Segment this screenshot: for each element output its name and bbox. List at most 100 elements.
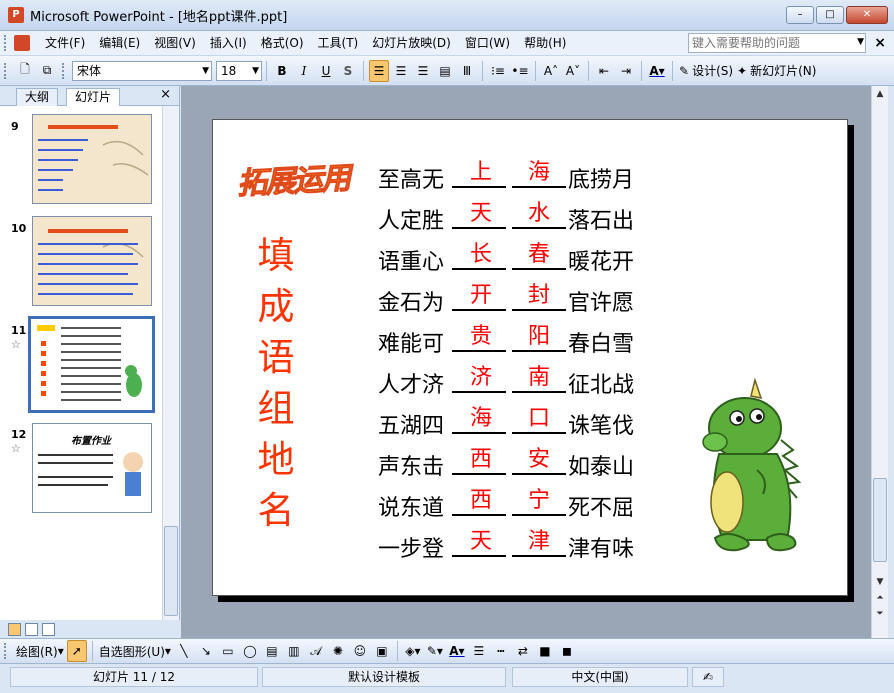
tab-outline[interactable]: 大纲: [16, 88, 59, 106]
slide-thumbnail-11[interactable]: [28, 316, 155, 413]
slide-thumbnail-12[interactable]: 布置作业: [32, 423, 152, 513]
dinosaur-clipart[interactable]: [697, 370, 807, 560]
current-slide[interactable]: 拓展运用 填 成 语 组 地 名 至高无 上 海 底捞月 人定胜 天 水 落石出…: [212, 119, 848, 596]
justify-icon[interactable]: ▤: [435, 60, 455, 82]
answer-1: 上: [470, 160, 493, 185]
shadow-style-icon[interactable]: ■: [535, 640, 555, 662]
spelling-icon[interactable]: ✍: [692, 667, 724, 687]
powerpoint-app-icon[interactable]: P: [8, 7, 24, 23]
menu-view[interactable]: 视图(V): [147, 32, 203, 54]
arrow-style-icon[interactable]: ⇄: [513, 640, 533, 662]
toolbar-grip[interactable]: [4, 62, 8, 79]
increase-indent-icon[interactable]: ⇥: [616, 60, 636, 82]
menu-edit[interactable]: 编辑(E): [92, 32, 147, 54]
rectangle-icon[interactable]: ▭: [218, 640, 238, 662]
copy-icon[interactable]: ⧉: [37, 60, 57, 82]
idiom-row[interactable]: 至高无 上 海 底捞月: [378, 156, 658, 196]
menu-file[interactable]: 文件(F): [38, 32, 92, 54]
distribute-icon[interactable]: Ⅲ: [457, 60, 477, 82]
idiom-row[interactable]: 难能可 贵 阳 春白雪: [378, 320, 658, 360]
font-size-select[interactable]: 18 ▼: [216, 60, 262, 81]
arrow-icon[interactable]: ↘: [196, 640, 216, 662]
align-right-icon[interactable]: ☰: [413, 60, 433, 82]
design-button[interactable]: ✎ 设计(S): [678, 60, 734, 82]
textbox-icon[interactable]: ▤: [262, 640, 282, 662]
menu-tools[interactable]: 工具(T): [311, 32, 366, 54]
menu-slideshow[interactable]: 幻灯片放映(D): [365, 32, 458, 54]
idiom-row[interactable]: 人定胜 天 水 落石出: [378, 197, 658, 237]
picture-icon[interactable]: ▣: [372, 640, 392, 662]
shadow-button[interactable]: S: [338, 60, 358, 82]
draw-menu-button[interactable]: 绘图(R) ▾: [15, 640, 65, 662]
idiom-row[interactable]: 五湖四 海 口 诛笔伐: [378, 402, 658, 442]
autoshape-menu-button[interactable]: 自选图形(U) ▾: [98, 640, 172, 662]
dash-style-icon[interactable]: ┅: [491, 640, 511, 662]
align-left-icon[interactable]: ☰: [369, 59, 389, 82]
font-select[interactable]: 宋体 ▼: [72, 60, 212, 81]
line-icon[interactable]: ╲: [174, 640, 194, 662]
help-dropdown-icon[interactable]: ▼: [857, 37, 864, 47]
font-color-icon[interactable]: A▾: [647, 60, 667, 82]
slide-sorter-view-icon[interactable]: [25, 622, 38, 636]
fill-color-icon[interactable]: ◈▾: [403, 640, 423, 662]
toolbar-grip-2[interactable]: [62, 62, 66, 79]
slideshow-view-icon[interactable]: [42, 622, 55, 636]
vertical-title[interactable]: 填 成 语 组 地 名: [251, 230, 301, 536]
new-slide-button[interactable]: ✦ 新幻灯片(N): [736, 60, 817, 82]
diagram-icon[interactable]: ✺: [328, 640, 348, 662]
italic-button[interactable]: I: [294, 60, 314, 82]
slide-heading[interactable]: 拓展运用: [236, 153, 351, 203]
menu-window[interactable]: 窗口(W): [458, 32, 517, 54]
select-pointer-icon[interactable]: ➚: [66, 640, 87, 662]
vertical-textbox-icon[interactable]: ▥: [284, 640, 304, 662]
tab-slides[interactable]: 幻灯片: [66, 88, 121, 106]
align-center-icon[interactable]: ☰: [391, 60, 411, 82]
line-color-icon[interactable]: ✎▾: [425, 640, 445, 662]
document-icon[interactable]: [14, 35, 30, 51]
next-slide-icon[interactable]: ⏷: [872, 606, 888, 622]
3d-style-icon[interactable]: ◼: [557, 640, 577, 662]
oval-icon[interactable]: ◯: [240, 640, 260, 662]
previous-slide-icon[interactable]: ⏶: [872, 590, 888, 606]
idiom-row[interactable]: 一步登 天 津 津有味: [378, 525, 658, 565]
normal-view-icon[interactable]: [8, 622, 21, 636]
line-style-icon[interactable]: ☰: [469, 640, 489, 662]
idiom-row[interactable]: 语重心 长 春 暖花开: [378, 238, 658, 278]
idiom-row[interactable]: 声东击 西 安 如泰山: [378, 443, 658, 483]
new-document-icon[interactable]: 🗋: [15, 60, 35, 82]
underline-button[interactable]: U: [316, 60, 336, 82]
slide-vertical-scrollbar[interactable]: ▲ ▼ ⏶ ⏷: [871, 86, 888, 638]
answer-1: 西: [470, 488, 493, 513]
panel-close-icon[interactable]: ×: [160, 87, 171, 102]
scroll-down-icon[interactable]: ▼: [872, 574, 888, 590]
numbering-icon[interactable]: ⁝≡: [488, 60, 508, 82]
scrollbar-thumb[interactable]: [873, 478, 887, 562]
decrease-indent-icon[interactable]: ⇤: [594, 60, 614, 82]
slide-thumbnail-10[interactable]: [32, 216, 152, 306]
font-color-icon[interactable]: A▾: [447, 640, 467, 662]
menu-format[interactable]: 格式(O): [254, 32, 311, 54]
wordart-icon[interactable]: 𝒜: [306, 640, 326, 662]
close-button[interactable]: ✕: [846, 6, 888, 24]
minimize-button[interactable]: –: [786, 6, 814, 24]
scroll-up-icon[interactable]: ▲: [872, 86, 888, 102]
clipart-icon[interactable]: ☺: [350, 640, 370, 662]
bullets-icon[interactable]: •≡: [510, 60, 530, 82]
idiom-row[interactable]: 金石为 开 封 官许愿: [378, 279, 658, 319]
idiom-row[interactable]: 人才济 济 南 征北战: [378, 361, 658, 401]
help-search-input[interactable]: 键入需要帮助的问题: [688, 33, 866, 53]
menu-help[interactable]: 帮助(H): [517, 32, 573, 54]
shrink-font-icon[interactable]: A˅: [563, 60, 583, 82]
menu-grip[interactable]: [4, 35, 8, 51]
slide-thumbnail-9[interactable]: [32, 114, 152, 204]
thumbnail-scrollbar[interactable]: [162, 106, 179, 620]
document-close-icon[interactable]: ×: [874, 35, 886, 51]
maximize-button[interactable]: □: [816, 6, 844, 24]
bold-button[interactable]: B: [272, 60, 292, 82]
menu-insert[interactable]: 插入(I): [203, 32, 254, 54]
grow-font-icon[interactable]: A˄: [541, 60, 561, 82]
idiom-prefix: 语重心: [378, 250, 445, 275]
scrollbar-thumb[interactable]: [164, 526, 178, 616]
idiom-row[interactable]: 说东道 西 宁 死不屈: [378, 484, 658, 524]
toolbar-grip[interactable]: [4, 643, 8, 659]
